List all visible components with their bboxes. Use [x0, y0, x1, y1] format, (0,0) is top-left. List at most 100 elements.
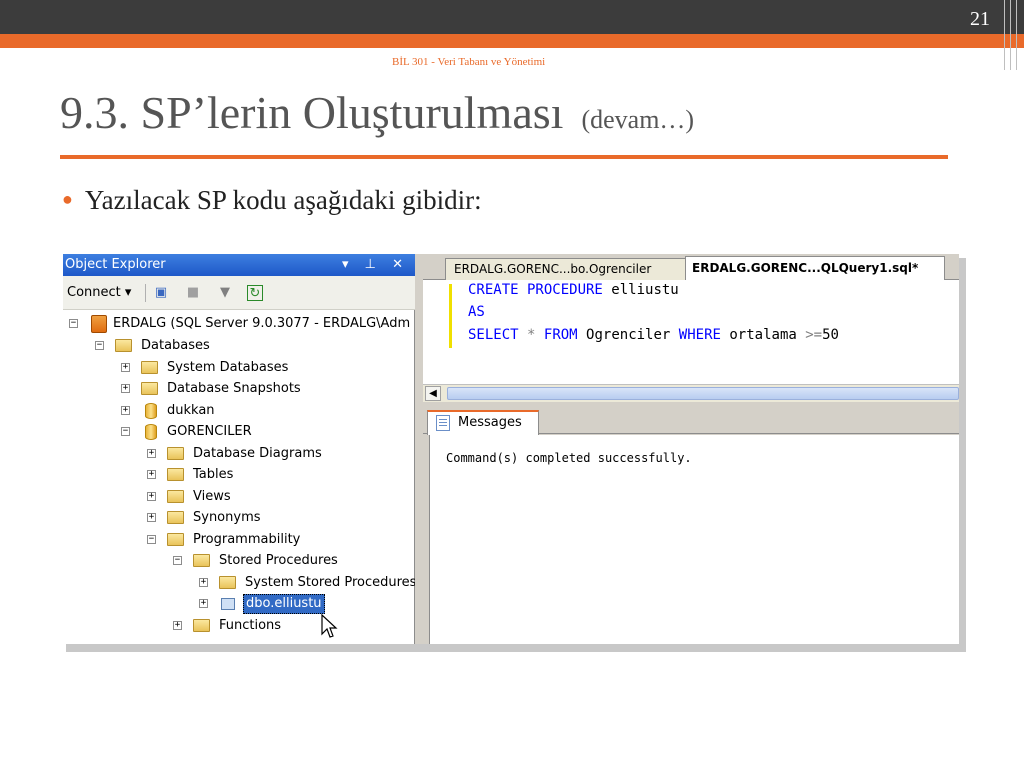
- decor-line: [1010, 0, 1011, 70]
- tab-sqlquery1[interactable]: ERDALG.GORENC...QLQuery1.sql*: [685, 256, 945, 280]
- folder-icon: [115, 339, 132, 352]
- folder-icon: [193, 619, 210, 632]
- tree-node-label: Databases: [141, 338, 210, 353]
- code-line-2: AS: [468, 304, 485, 320]
- object-explorer-title-text: Object Explorer: [65, 257, 166, 272]
- bullet-dot-icon: ●: [62, 189, 73, 209]
- bullet-item: ● Yazılacak SP kodu aşağıdaki gibidir:: [62, 185, 482, 216]
- scroll-left-icon[interactable]: ◀: [425, 386, 441, 401]
- connect-button[interactable]: Connect ▾: [67, 285, 131, 300]
- keyword: SELECT: [468, 327, 519, 343]
- tree-node-label: Functions: [219, 618, 282, 633]
- scrollbar-thumb[interactable]: [447, 387, 959, 400]
- tree-node-label: Views: [193, 489, 231, 504]
- expand-icon[interactable]: +: [121, 406, 130, 415]
- folder-icon: [167, 468, 184, 481]
- tree-node-label: System Stored Procedures: [245, 575, 415, 590]
- expand-icon[interactable]: +: [173, 621, 182, 630]
- tree-node-label: Database Snapshots: [167, 381, 301, 396]
- object-explorer-panel: Object Explorer ▾ ⊥ ✕ Connect ▾ ▣ ■ ▼ ↻ …: [63, 254, 415, 644]
- slide-title-suffix: (devam…): [581, 105, 695, 134]
- tree-node-label: GORENCILER: [167, 424, 252, 439]
- tree-node-label-selected: dbo.elliustu: [243, 594, 325, 614]
- database-icon: [145, 403, 157, 419]
- keyword: FROM: [543, 327, 578, 343]
- object-tree: − ERDALG (SQL Server 9.0.3077 - ERDALG\A…: [63, 312, 415, 644]
- database-icon: [145, 424, 157, 440]
- expand-icon[interactable]: +: [121, 363, 130, 372]
- ssms-screenshot: Object Explorer ▾ ⊥ ✕ Connect ▾ ▣ ■ ▼ ↻ …: [63, 254, 959, 644]
- folder-icon: [167, 533, 184, 546]
- slide-subtitle: BİL 301 - Veri Tabanı ve Yönetimi: [392, 56, 546, 68]
- object-explorer-toolbar: Connect ▾ ▣ ■ ▼ ↻: [63, 276, 415, 310]
- tree-node-label: Database Diagrams: [193, 446, 322, 461]
- disconnect-icon[interactable]: ▣: [153, 285, 169, 301]
- keyword: AS: [468, 304, 485, 320]
- tree-node-label: Stored Procedures: [219, 553, 338, 568]
- folder-icon: [167, 490, 184, 503]
- tree-node-label: Tables: [193, 467, 234, 482]
- result-message: Command(s) completed successfully.: [446, 451, 692, 465]
- tree-node-label: System Databases: [167, 360, 289, 375]
- mouse-cursor-icon: [321, 614, 338, 638]
- folder-icon: [219, 576, 236, 589]
- top-orange-bar: [0, 34, 1024, 48]
- tree-node-label: Synonyms: [193, 510, 261, 525]
- operator: >=: [805, 327, 823, 343]
- stored-procedure-icon: [221, 598, 235, 610]
- top-dark-bar: [0, 0, 1024, 34]
- slide-title: 9.3. SP’lerin Oluşturulması (devam…): [60, 86, 694, 139]
- procedure-name: elliustu: [611, 282, 679, 298]
- collapse-icon[interactable]: −: [95, 341, 104, 350]
- expand-icon[interactable]: +: [147, 449, 156, 458]
- panel-window-icons[interactable]: ▾ ⊥ ✕: [342, 254, 409, 276]
- slide-number: 21: [970, 8, 990, 30]
- query-editor: ERDALG.GORENC...bo.Ogrenciler ERDALG.GOR…: [423, 254, 959, 644]
- tab-messages[interactable]: Messages: [427, 410, 539, 435]
- operator: *: [527, 327, 536, 343]
- horizontal-scrollbar[interactable]: ◀: [423, 384, 959, 402]
- expand-icon[interactable]: +: [199, 578, 208, 587]
- tab-messages-label: Messages: [458, 415, 522, 430]
- tree-node-label: Programmability: [193, 532, 301, 547]
- decor-line: [1004, 0, 1005, 70]
- table-name: Ogrenciler: [586, 327, 671, 343]
- collapse-icon[interactable]: −: [121, 427, 130, 436]
- column-name: ortalama: [729, 327, 797, 343]
- slide-title-text: 9.3. SP’lerin Oluşturulması: [60, 87, 564, 138]
- value: 50: [822, 327, 839, 343]
- stop-icon[interactable]: ■: [185, 285, 201, 301]
- folder-icon: [167, 511, 184, 524]
- results-tab-bar: Messages: [423, 406, 959, 435]
- expand-icon[interactable]: +: [147, 470, 156, 479]
- object-explorer-title: Object Explorer ▾ ⊥ ✕: [63, 254, 415, 276]
- toolbar-separator: [145, 284, 146, 302]
- decor-line: [606, 62, 824, 64]
- keyword: WHERE: [678, 327, 721, 343]
- refresh-icon[interactable]: ↻: [247, 285, 263, 301]
- collapse-icon[interactable]: −: [173, 556, 182, 565]
- decor-line: [1016, 0, 1017, 70]
- expand-icon[interactable]: +: [199, 599, 208, 608]
- collapse-icon[interactable]: −: [69, 319, 78, 328]
- messages-pane: Command(s) completed successfully.: [429, 435, 959, 644]
- changed-lines-marker: [449, 284, 452, 348]
- server-icon: [91, 315, 107, 333]
- title-underline: [60, 155, 948, 159]
- code-line-1: CREATE PROCEDURE elliustu: [468, 282, 679, 298]
- keyword: CREATE PROCEDURE: [468, 282, 603, 298]
- decor-line: [606, 56, 948, 58]
- expand-icon[interactable]: +: [147, 492, 156, 501]
- folder-icon: [141, 382, 158, 395]
- folder-icon: [167, 447, 184, 460]
- code-editor[interactable]: CREATE PROCEDURE elliustu AS SELECT * FR…: [423, 280, 959, 384]
- tree-node-label: ERDALG (SQL Server 9.0.3077 - ERDALG\Adm: [113, 316, 411, 331]
- filter-icon[interactable]: ▼: [217, 285, 233, 301]
- code-line-3: SELECT * FROM Ogrenciler WHERE ortalama …: [468, 327, 839, 343]
- tab-ogrenciler[interactable]: ERDALG.GORENC...bo.Ogrenciler: [445, 258, 687, 280]
- collapse-icon[interactable]: −: [147, 535, 156, 544]
- expand-icon[interactable]: +: [147, 513, 156, 522]
- bullet-text: Yazılacak SP kodu aşağıdaki gibidir:: [84, 185, 482, 215]
- expand-icon[interactable]: +: [121, 384, 130, 393]
- tree-node-label: dukkan: [167, 403, 215, 418]
